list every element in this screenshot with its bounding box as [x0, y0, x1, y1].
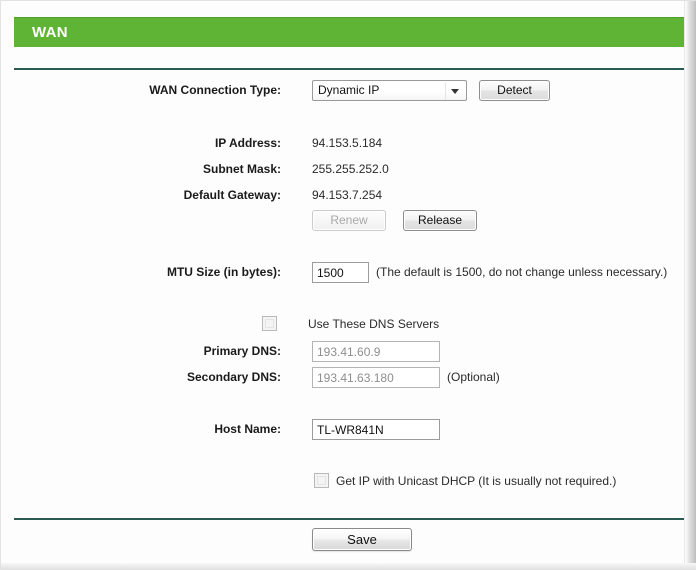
wan-connection-type-row: WAN Connection Type: Dynamic IP Detect	[1, 80, 686, 102]
footer-divider	[14, 518, 684, 520]
wan-connection-type-select[interactable]: Dynamic IP	[312, 80, 467, 101]
secondary-dns-input[interactable]	[312, 367, 440, 388]
default-gateway-label: Default Gateway:	[183, 188, 281, 202]
wan-connection-type-label: WAN Connection Type:	[149, 83, 281, 97]
unicast-dhcp-row: Get IP with Unicast DHCP (It is usually …	[1, 472, 686, 494]
subnet-mask-value: 255.255.252.0	[312, 162, 389, 176]
bottom-edge-shadow	[1, 563, 696, 569]
mtu-size-hint: (The default is 1500, do not change unle…	[376, 265, 668, 279]
default-gateway-row: Default Gateway: 94.153.7.254	[1, 185, 686, 207]
page-header-bar: WAN	[14, 17, 684, 47]
checkbox-inner	[317, 476, 326, 485]
host-name-input[interactable]	[312, 419, 440, 440]
default-gateway-value: 94.153.7.254	[312, 188, 383, 202]
mtu-size-label: MTU Size (in bytes):	[166, 265, 281, 279]
detect-button[interactable]: Detect	[479, 80, 550, 101]
release-button[interactable]: Release	[403, 210, 477, 231]
mtu-size-row: MTU Size (in bytes): (The default is 150…	[1, 262, 686, 284]
ip-address-row: IP Address: 94.153.5.184	[1, 133, 686, 155]
use-dns-servers-label: Use These DNS Servers	[308, 317, 440, 331]
wan-connection-type-selected-value: Dynamic IP	[318, 83, 380, 97]
secondary-dns-row: Secondary DNS: (Optional)	[1, 367, 686, 389]
use-dns-servers-checkbox[interactable]	[262, 316, 277, 331]
primary-dns-row: Primary DNS:	[1, 341, 686, 363]
host-name-row: Host Name:	[1, 419, 686, 441]
primary-dns-label: Primary DNS:	[203, 344, 281, 358]
checkbox-inner	[265, 319, 274, 328]
host-name-label: Host Name:	[214, 422, 281, 436]
right-edge-shadow	[684, 1, 696, 569]
secondary-dns-optional-note: (Optional)	[447, 370, 500, 384]
chevron-down-icon	[451, 89, 459, 94]
subnet-mask-label: Subnet Mask:	[202, 162, 281, 176]
wan-settings-page: WAN WAN Connection Type: Dynamic IP Dete…	[0, 0, 696, 570]
ip-address-label: IP Address:	[214, 136, 281, 150]
secondary-dns-label: Secondary DNS:	[186, 370, 281, 384]
page-content: WAN WAN Connection Type: Dynamic IP Dete…	[1, 1, 686, 569]
ip-address-value: 94.153.5.184	[312, 136, 383, 150]
subnet-mask-row: Subnet Mask: 255.255.252.0	[1, 159, 686, 181]
header-divider	[14, 68, 684, 70]
lease-buttons-row: Renew Release	[1, 210, 686, 232]
primary-dns-input[interactable]	[312, 341, 440, 362]
renew-button[interactable]: Renew	[312, 210, 386, 231]
unicast-dhcp-checkbox[interactable]	[314, 473, 329, 488]
page-title: WAN	[32, 24, 68, 41]
select-separator	[445, 82, 446, 100]
mtu-size-input[interactable]	[312, 262, 369, 283]
unicast-dhcp-label: Get IP with Unicast DHCP (It is usually …	[336, 474, 617, 488]
use-dns-servers-row: Use These DNS Servers	[1, 315, 686, 337]
save-button[interactable]: Save	[312, 528, 412, 551]
